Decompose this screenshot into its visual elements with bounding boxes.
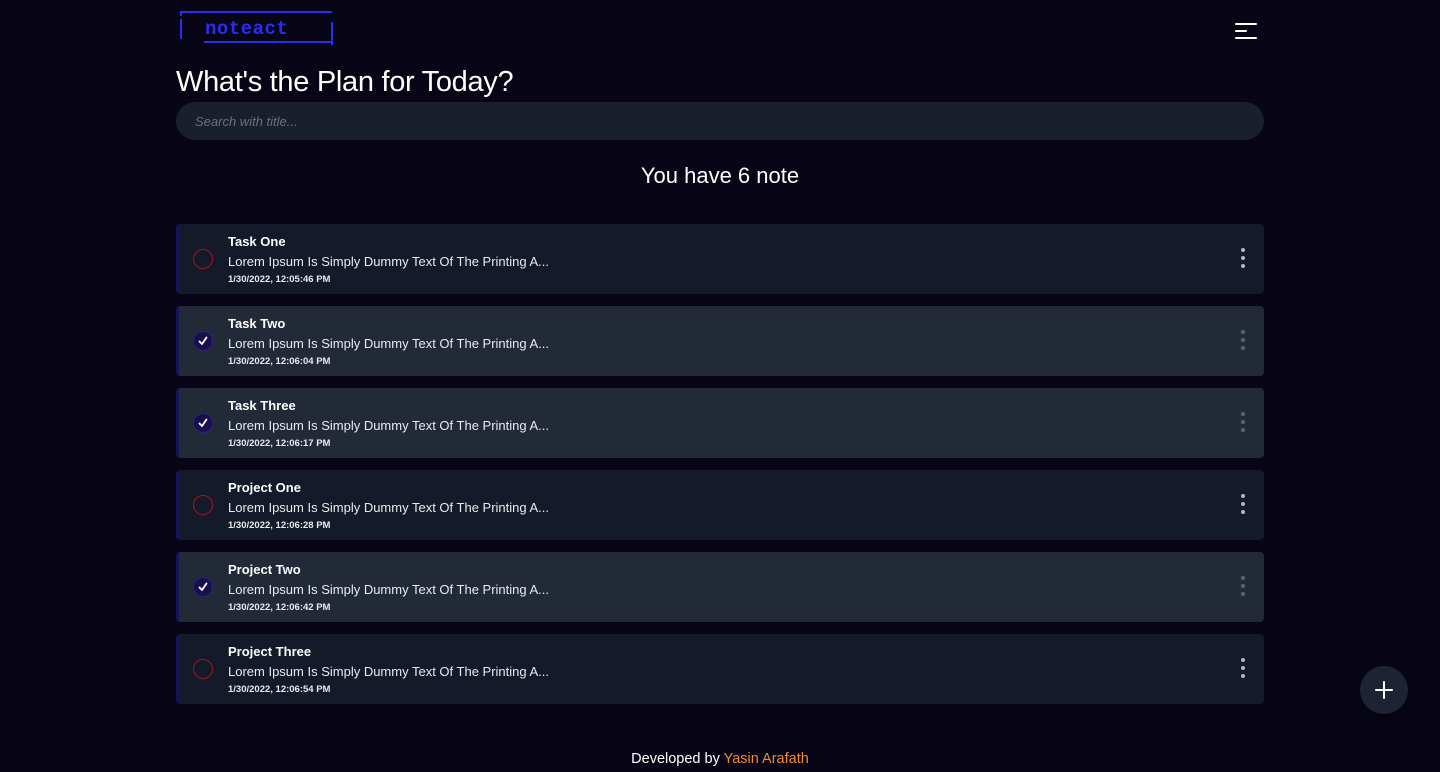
note-timestamp: 1/30/2022, 12:06:54 PM <box>228 684 331 695</box>
more-options-icon[interactable] <box>1234 412 1252 436</box>
checked-icon[interactable] <box>193 413 213 433</box>
search-input[interactable] <box>193 112 1247 130</box>
menu-icon <box>1235 30 1247 32</box>
menu-icon <box>1235 37 1257 39</box>
checkmark-icon <box>198 582 208 591</box>
note-timestamp: 1/30/2022, 12:06:17 PM <box>228 438 331 449</box>
more-options-icon[interactable] <box>1234 658 1252 682</box>
checkmark-icon <box>198 336 208 345</box>
footer-prefix: Developed by <box>631 751 720 767</box>
logo[interactable]: noteact <box>178 10 336 48</box>
note-description: Lorem Ipsum Is Simply Dummy Text Of The … <box>228 582 550 597</box>
note-title: Project Three <box>228 644 312 659</box>
note-title: Task Two <box>228 316 286 331</box>
note-description: Lorem Ipsum Is Simply Dummy Text Of The … <box>228 254 550 269</box>
page-title: What's the Plan for Today? <box>176 66 514 98</box>
note-title: Task One <box>228 234 286 249</box>
note-description: Lorem Ipsum Is Simply Dummy Text Of The … <box>228 664 550 679</box>
note-timestamp: 1/30/2022, 12:06:04 PM <box>228 356 331 367</box>
unchecked-circle-icon[interactable] <box>193 659 213 679</box>
add-note-button[interactable] <box>1360 666 1408 714</box>
footer: Developed by Yasin Arafath <box>0 751 1440 767</box>
note-count: You have 6 note <box>640 163 800 188</box>
note-card[interactable]: Task Two Lorem Ipsum Is Simply Dummy Tex… <box>176 306 1264 376</box>
note-title: Project One <box>228 480 301 495</box>
unchecked-circle-icon[interactable] <box>193 249 213 269</box>
author-link[interactable]: Yasin Arafath <box>724 751 809 767</box>
note-title: Project Two <box>228 562 301 577</box>
checkmark-icon <box>198 418 208 427</box>
app-root: noteact What's the Plan for Today? You h… <box>0 0 1440 772</box>
note-description: Lorem Ipsum Is Simply Dummy Text Of The … <box>228 418 550 433</box>
note-timestamp: 1/30/2022, 12:05:46 PM <box>228 274 331 285</box>
note-card[interactable]: Task One Lorem Ipsum Is Simply Dummy Tex… <box>176 224 1264 294</box>
menu-button[interactable] <box>1232 20 1260 44</box>
plus-icon <box>1375 681 1393 699</box>
more-options-icon[interactable] <box>1234 494 1252 518</box>
note-timestamp: 1/30/2022, 12:06:42 PM <box>228 602 331 613</box>
menu-icon <box>1235 23 1257 25</box>
note-card[interactable]: Project Two Lorem Ipsum Is Simply Dummy … <box>176 552 1264 622</box>
more-options-icon[interactable] <box>1234 248 1252 272</box>
note-timestamp: 1/30/2022, 12:06:28 PM <box>228 520 331 531</box>
note-title: Task Three <box>228 398 296 413</box>
logo-text: noteact <box>205 18 288 40</box>
more-options-icon[interactable] <box>1234 330 1252 354</box>
note-card[interactable]: Project Three Lorem Ipsum Is Simply Dumm… <box>176 634 1264 704</box>
checked-icon[interactable] <box>193 577 213 597</box>
note-card[interactable]: Task Three Lorem Ipsum Is Simply Dummy T… <box>176 388 1264 458</box>
checked-icon[interactable] <box>193 331 213 351</box>
note-description: Lorem Ipsum Is Simply Dummy Text Of The … <box>228 500 550 515</box>
logo-mark: noteact <box>180 11 333 45</box>
more-options-icon[interactable] <box>1234 576 1252 600</box>
search-bar <box>176 102 1264 140</box>
note-description: Lorem Ipsum Is Simply Dummy Text Of The … <box>228 336 550 351</box>
unchecked-circle-icon[interactable] <box>193 495 213 515</box>
note-card[interactable]: Project One Lorem Ipsum Is Simply Dummy … <box>176 470 1264 540</box>
